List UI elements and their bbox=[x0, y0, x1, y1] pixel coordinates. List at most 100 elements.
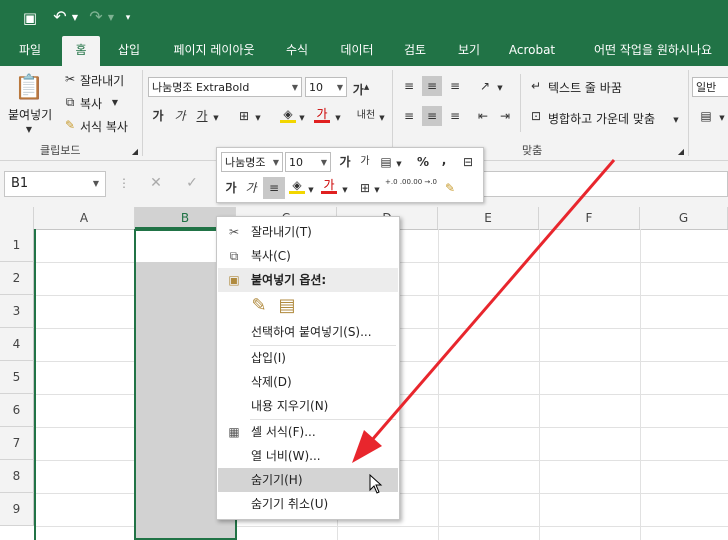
select-all-corner[interactable] bbox=[0, 207, 34, 229]
menu-item-clear-contents[interactable]: 내용 지우기(N) bbox=[218, 394, 398, 418]
save-icon[interactable]: ▣ bbox=[20, 10, 40, 26]
copy-button[interactable]: 복사 bbox=[80, 95, 102, 112]
row-header-6[interactable]: 6 bbox=[0, 394, 34, 427]
accounting-format-icon[interactable]: ▤ bbox=[377, 154, 395, 170]
number-format-combo[interactable]: 일반 bbox=[692, 77, 728, 97]
tell-me-box[interactable]: 어떤 작업을 원하시나요 bbox=[594, 36, 728, 66]
percent-button[interactable]: % bbox=[415, 154, 431, 170]
orientation-icon[interactable]: ↗ bbox=[476, 78, 494, 94]
mini-borders-icon[interactable]: ⊞ bbox=[357, 180, 373, 196]
chevron-down-icon[interactable]: ▼ bbox=[298, 110, 306, 126]
tab-home[interactable]: 홈 bbox=[62, 36, 100, 66]
row-header-8[interactable]: 8 bbox=[0, 460, 34, 493]
mini-font-name-combo[interactable]: 나눔명조 ▼ bbox=[221, 152, 283, 172]
chevron-down-icon[interactable]: ▼ bbox=[395, 156, 403, 172]
chevron-down-icon[interactable]: ▼ bbox=[334, 110, 342, 126]
mini-format-painter-icon[interactable]: ✎ bbox=[441, 180, 459, 196]
tab-page-layout[interactable]: 페이지 레이아웃 bbox=[162, 36, 266, 66]
chevron-down-icon[interactable]: ▼ bbox=[212, 110, 220, 126]
row-header-2[interactable]: 2 bbox=[0, 262, 34, 295]
dialog-launcher-icon[interactable]: ◢ bbox=[130, 144, 140, 160]
fill-color-icon[interactable]: ◈ bbox=[280, 106, 296, 123]
menu-item-copy[interactable]: ⧉ 복사(C) bbox=[218, 244, 398, 268]
chevron-down-icon[interactable]: ▼ bbox=[24, 122, 34, 138]
phonetic-button[interactable]: 내천 bbox=[356, 108, 376, 124]
column-header-g[interactable]: G bbox=[640, 207, 728, 229]
merge-center-button[interactable]: 병합하고 가운데 맞춤 bbox=[548, 110, 655, 127]
chevron-down-icon[interactable]: ▼ bbox=[110, 95, 120, 111]
decrease-indent-icon[interactable]: ⇤ bbox=[474, 108, 492, 124]
paste-icon[interactable]: 📋 bbox=[14, 72, 44, 102]
mini-italic-button[interactable]: 가 bbox=[243, 180, 259, 196]
align-bottom-icon[interactable]: ≡ bbox=[446, 78, 464, 94]
font-color-button[interactable]: 가 bbox=[314, 106, 330, 123]
mini-align-center-icon[interactable]: ≡ bbox=[263, 177, 285, 199]
row-header-9[interactable]: 9 bbox=[0, 493, 34, 526]
wrap-text-button[interactable]: 텍스트 줄 바꿈 bbox=[548, 79, 622, 96]
chevron-down-icon[interactable]: ▼ bbox=[70, 10, 80, 26]
mini-font-size-combo[interactable]: 10 ▼ bbox=[285, 152, 331, 172]
align-right-icon[interactable]: ≡ bbox=[446, 108, 464, 124]
column-header-a[interactable]: A bbox=[34, 207, 135, 229]
align-center-icon[interactable]: ≡ bbox=[422, 106, 442, 126]
italic-button[interactable]: 가 bbox=[172, 108, 188, 124]
undo-icon[interactable]: ↶ bbox=[50, 9, 70, 25]
font-name-combo[interactable]: 나눔명조 ExtraBold ▼ bbox=[148, 77, 302, 97]
menu-item-format-cells[interactable]: ▦ 셀 서식(F)... bbox=[218, 420, 398, 444]
dialog-launcher-icon[interactable]: ◢ bbox=[676, 144, 686, 160]
cut-button[interactable]: 잘라내기 bbox=[80, 72, 124, 89]
align-top-icon[interactable]: ≡ bbox=[400, 78, 418, 94]
menu-item-column-width[interactable]: 열 너비(W)... bbox=[218, 444, 398, 468]
paste-formatting-icon[interactable]: ✎ bbox=[249, 295, 269, 317]
underline-button[interactable]: 가 bbox=[194, 108, 210, 124]
table-format-icon[interactable]: ⊟ bbox=[459, 154, 477, 170]
tab-formulas[interactable]: 수식 bbox=[276, 36, 318, 66]
chevron-down-icon[interactable]: ▼ bbox=[341, 182, 349, 198]
chevron-down-icon[interactable]: ▼ bbox=[307, 182, 315, 198]
row-header-7[interactable]: 7 bbox=[0, 427, 34, 460]
format-painter-button[interactable]: 서식 복사 bbox=[80, 118, 128, 135]
chevron-down-icon[interactable]: ▼ bbox=[496, 80, 504, 96]
menu-item-insert[interactable]: 삽입(I) bbox=[218, 346, 398, 370]
mini-font-color-button[interactable]: 가 bbox=[321, 177, 337, 194]
increase-font-icon[interactable]: 가▲ bbox=[352, 79, 370, 98]
tab-acrobat[interactable]: Acrobat bbox=[502, 36, 562, 66]
customize-qat-icon[interactable]: ▾ bbox=[122, 10, 134, 26]
chevron-down-icon[interactable]: ▼ bbox=[254, 110, 262, 126]
font-size-combo[interactable]: 10 ▼ bbox=[305, 77, 347, 97]
chevron-down-icon[interactable]: ▼ bbox=[672, 112, 680, 128]
menu-item-delete[interactable]: 삭제(D) bbox=[218, 370, 398, 394]
tab-insert[interactable]: 삽입 bbox=[108, 36, 150, 66]
comma-button[interactable]: , bbox=[437, 152, 451, 168]
align-left-icon[interactable]: ≡ bbox=[400, 108, 418, 124]
tab-review[interactable]: 검토 bbox=[394, 36, 436, 66]
menu-item-cut[interactable]: ✂ 잘라내기(T) bbox=[218, 220, 398, 244]
accounting-format-icon[interactable]: ▤ bbox=[696, 108, 716, 124]
tab-file[interactable]: 파일 bbox=[6, 36, 54, 66]
increase-decimal-button[interactable]: +.0 .00 bbox=[385, 178, 411, 187]
increase-font-icon[interactable]: 가 bbox=[337, 154, 353, 170]
tab-view[interactable]: 보기 bbox=[448, 36, 490, 66]
tab-data[interactable]: 데이터 bbox=[332, 36, 382, 66]
mini-bold-button[interactable]: 가 bbox=[223, 180, 239, 196]
mini-fill-color-icon[interactable]: ◈ bbox=[289, 177, 305, 194]
menu-item-paste-special[interactable]: 선택하여 붙여넣기(S)... bbox=[218, 320, 398, 344]
row-header-5[interactable]: 5 bbox=[0, 361, 34, 394]
column-header-e[interactable]: E bbox=[438, 207, 539, 229]
row-header-4[interactable]: 4 bbox=[0, 328, 34, 361]
paste-icon[interactable]: ▤ bbox=[277, 295, 297, 317]
chevron-down-icon[interactable]: ▼ bbox=[378, 110, 386, 126]
borders-icon[interactable]: ⊞ bbox=[236, 108, 252, 124]
increase-indent-icon[interactable]: ⇥ bbox=[496, 108, 514, 124]
decrease-font-icon[interactable]: 가 bbox=[357, 154, 373, 170]
row-header-3[interactable]: 3 bbox=[0, 295, 34, 328]
name-box[interactable]: B1 ▼ bbox=[4, 171, 106, 197]
decrease-decimal-button[interactable]: .00 →.0 bbox=[411, 178, 437, 187]
chevron-down-icon[interactable]: ▼ bbox=[373, 182, 381, 198]
row-header-1[interactable]: 1 bbox=[0, 229, 34, 262]
bold-button[interactable]: 가 bbox=[150, 108, 166, 124]
menu-item-unhide[interactable]: 숨기기 취소(U) bbox=[218, 492, 398, 516]
paste-button[interactable]: 붙여넣기 bbox=[8, 106, 52, 123]
column-header-f[interactable]: F bbox=[539, 207, 640, 229]
align-middle-icon[interactable]: ≡ bbox=[422, 76, 442, 96]
